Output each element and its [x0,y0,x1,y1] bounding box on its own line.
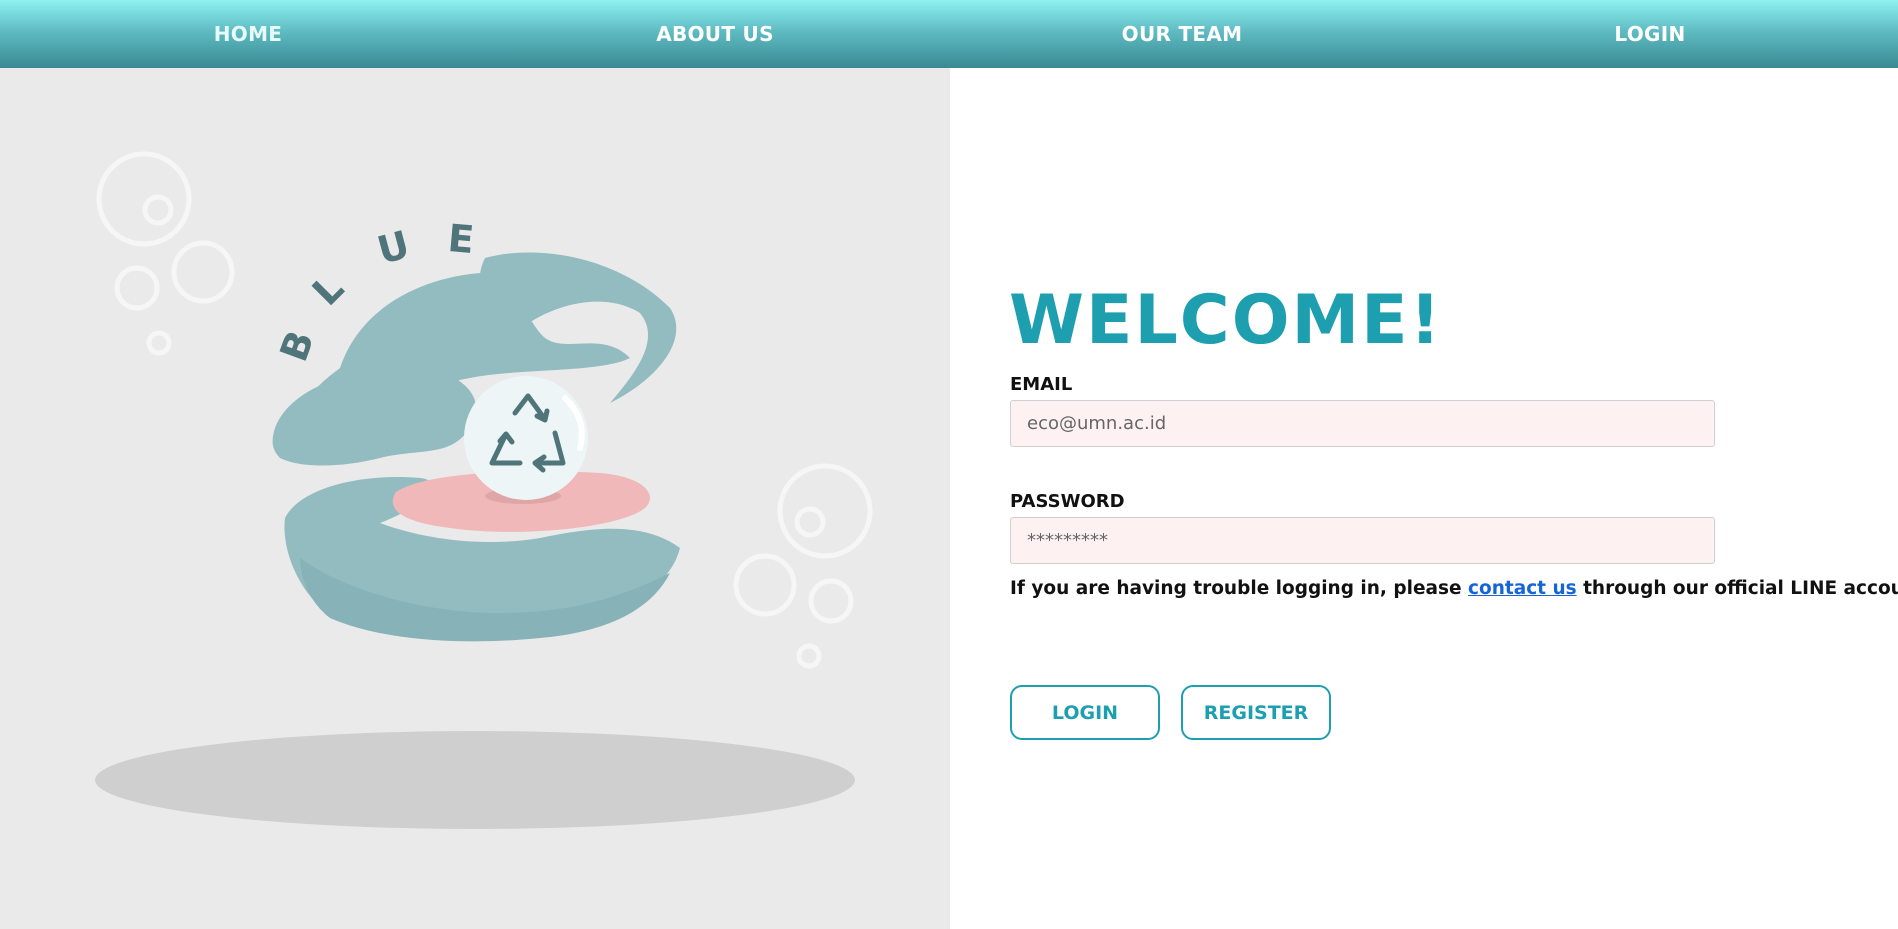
help-text-suffix: through our official LINE account. [1576,578,1898,599]
nav-our-team-link[interactable]: OUR TEAM [1032,0,1332,68]
password-label: PASSWORD [1010,491,1125,512]
help-text-prefix: If you are having trouble logging in, pl… [1010,578,1469,599]
login-help-text: If you are having trouble logging in, pl… [1010,578,1898,599]
ground-shadow [95,731,855,829]
svg-text:U: U [373,222,414,272]
nav-about-us-link[interactable]: ABOUT US [565,0,865,68]
svg-text:B: B [271,325,322,367]
contact-us-link[interactable]: contact us [1468,578,1577,599]
svg-text:L: L [304,266,352,314]
email-label: EMAIL [1010,374,1073,395]
top-navbar: HOME ABOUT US OUR TEAM LOGIN [0,0,1898,68]
login-button[interactable]: LOGIN [1010,685,1160,740]
welcome-heading: WELCOME! [1009,281,1443,360]
nav-home-link[interactable]: HOME [98,0,398,68]
blue-clam-illustration: B L U E [95,151,873,829]
register-button[interactable]: REGISTER [1181,685,1331,740]
svg-text:E: E [446,216,476,262]
nav-login-link[interactable]: LOGIN [1500,0,1800,68]
bubbles-left [96,151,235,356]
password-input[interactable] [1010,517,1715,564]
email-input[interactable] [1010,400,1715,447]
illustration-panel: B L U E [0,68,950,929]
bubbles-right [733,463,873,669]
